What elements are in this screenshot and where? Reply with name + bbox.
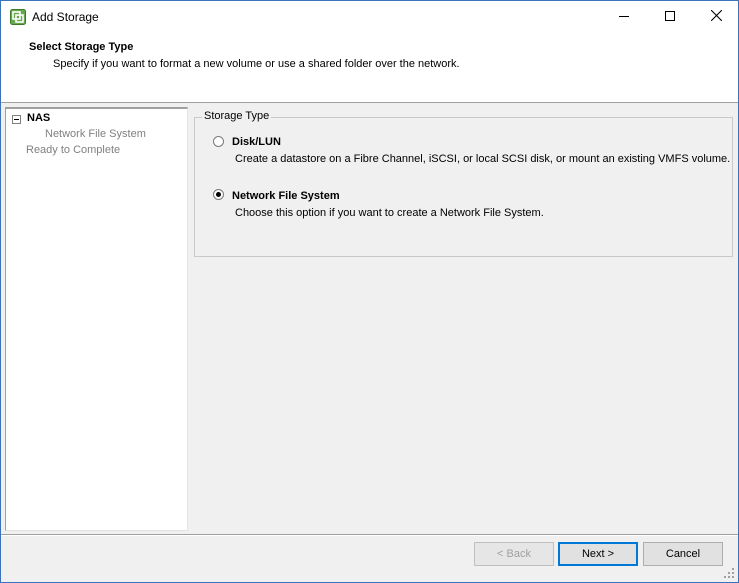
vsphere-app-icon bbox=[10, 9, 26, 25]
close-icon bbox=[710, 9, 722, 24]
storage-type-legend: Storage Type bbox=[202, 110, 272, 122]
network-file-system-description: Choose this option if you want to create… bbox=[235, 207, 544, 219]
title-bar[interactable]: Add Storage bbox=[1, 1, 738, 33]
minimize-icon bbox=[619, 11, 629, 24]
cancel-button[interactable]: Cancel bbox=[643, 542, 723, 566]
wizard-steps-nav: NAS Network File System Ready to Complet… bbox=[5, 107, 188, 531]
maximize-button[interactable] bbox=[647, 1, 693, 33]
network-file-system-label[interactable]: Network File System bbox=[232, 190, 340, 202]
footer-divider bbox=[1, 534, 738, 536]
maximize-icon bbox=[665, 10, 675, 24]
minimize-button[interactable] bbox=[601, 1, 647, 33]
nav-item-nas[interactable]: NAS bbox=[27, 112, 50, 124]
disk-lun-description: Create a datastore on a Fibre Channel, i… bbox=[235, 153, 731, 165]
wizard-header: Select Storage Type Specify if you want … bbox=[1, 33, 738, 103]
page-subtitle: Specify if you want to format a new volu… bbox=[53, 58, 460, 70]
nav-item-network-file-system[interactable]: Network File System bbox=[45, 128, 146, 140]
collapse-icon[interactable] bbox=[12, 115, 21, 124]
nav-item-ready-to-complete[interactable]: Ready to Complete bbox=[26, 144, 120, 156]
resize-grip-icon[interactable] bbox=[723, 567, 735, 579]
storage-type-group: Storage Type Disk/LUN Create a datastore… bbox=[194, 110, 733, 257]
close-button[interactable] bbox=[693, 1, 739, 33]
disk-lun-label[interactable]: Disk/LUN bbox=[232, 136, 281, 148]
window-title: Add Storage bbox=[32, 10, 99, 24]
network-file-system-radio[interactable] bbox=[213, 189, 224, 200]
page-title: Select Storage Type bbox=[29, 41, 134, 53]
back-button[interactable]: < Back bbox=[474, 542, 554, 566]
next-button[interactable]: Next > bbox=[558, 542, 638, 566]
add-storage-window: Add Storage Select Storage Type Specify … bbox=[0, 0, 739, 583]
disk-lun-radio[interactable] bbox=[213, 136, 224, 147]
